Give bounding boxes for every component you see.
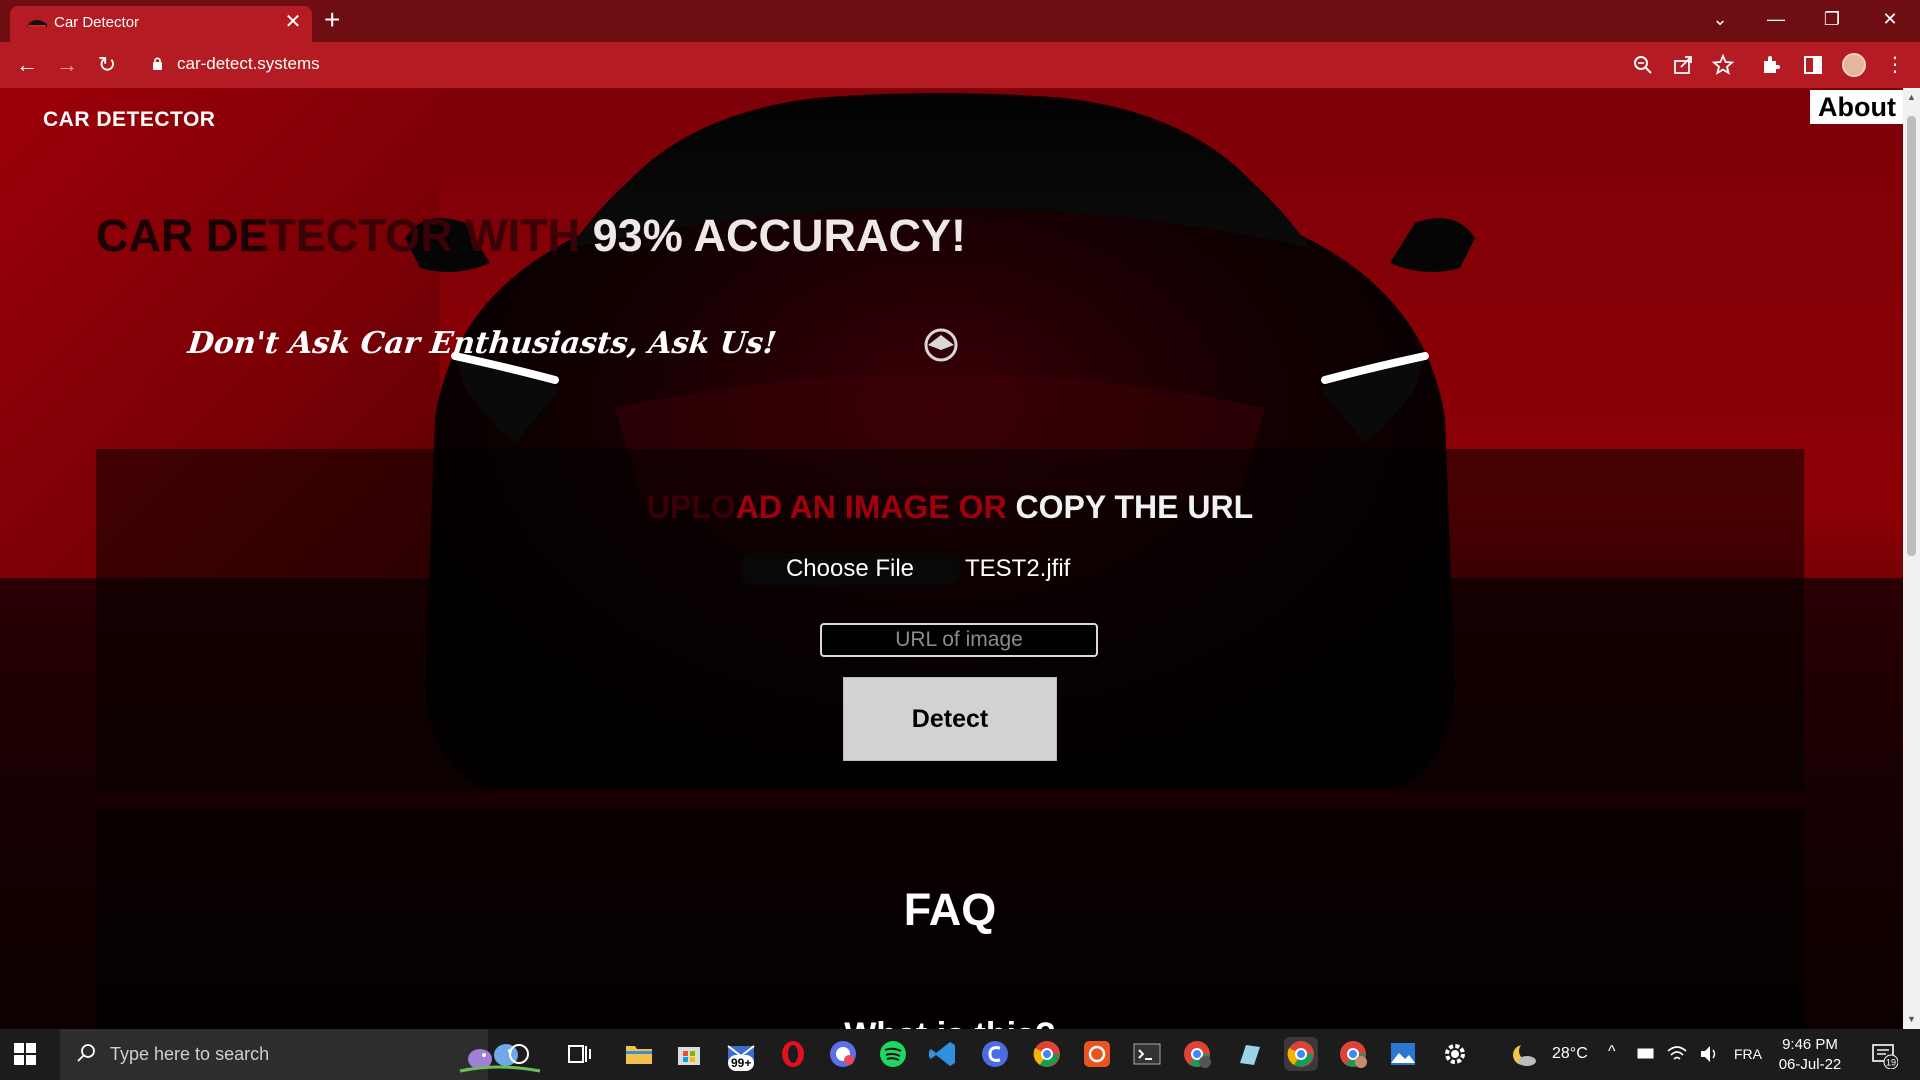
choose-file-button[interactable]: Choose File <box>740 553 960 585</box>
upload-panel: UPLOAD AN IMAGE OR COPY THE URL Choose F… <box>96 449 1804 791</box>
scroll-up-icon[interactable]: ▲ <box>1903 92 1920 102</box>
weather-moon-icon[interactable] <box>1508 1037 1542 1071</box>
site-logo[interactable]: CAR DETECTOR <box>43 108 215 132</box>
back-icon[interactable]: ← <box>10 48 44 82</box>
file-explorer-icon[interactable] <box>622 1037 656 1071</box>
selected-file-name: TEST2.jfif <box>965 555 1071 582</box>
tab-search-chevron-icon[interactable]: ⌄ <box>1700 4 1740 34</box>
weather-temperature[interactable]: 28°C <box>1552 1045 1588 1063</box>
wifi-icon[interactable] <box>1666 1037 1688 1071</box>
volume-icon[interactable] <box>1698 1037 1720 1071</box>
notification-count: 19 <box>1886 1058 1896 1068</box>
faq-question: What is this? <box>96 1016 1804 1029</box>
taskbar-clock[interactable]: 9:46 PM 06-Jul-22 <box>1770 1035 1850 1075</box>
messenger-icon[interactable] <box>826 1037 860 1071</box>
taskbar-search-box[interactable]: Type here to search <box>60 1029 541 1080</box>
forward-icon[interactable]: → <box>50 48 84 82</box>
hero-tagline: Don't Ask Car Enthusiasts, Ask Us! <box>186 326 779 361</box>
lock-icon[interactable] <box>152 56 163 71</box>
terminal-icon[interactable] <box>1130 1037 1164 1071</box>
ubuntu-icon[interactable] <box>1080 1037 1114 1071</box>
detect-button[interactable]: Detect <box>843 677 1057 761</box>
restore-icon[interactable]: ❐ <box>1812 4 1852 34</box>
menu-kebab-icon[interactable]: ⋮ <box>1882 52 1908 78</box>
scroll-down-icon[interactable]: ▼ <box>1903 1014 1920 1024</box>
battery-icon[interactable] <box>1636 1037 1656 1071</box>
chrome-icon[interactable] <box>1030 1037 1064 1071</box>
hero-title: CAR DETECTOR WITH 93% ACCURACY! <box>96 210 966 262</box>
photos-icon[interactable] <box>1386 1037 1420 1071</box>
task-view-icon[interactable] <box>562 1037 596 1071</box>
hero-title-part3: 93% ACCURACY! <box>592 210 967 261</box>
faq-panel: FAQ What is this? <box>96 808 1804 1029</box>
nav-about-link[interactable]: About <box>1810 90 1904 124</box>
hero-title-part2: TECTOR WITH <box>268 210 593 261</box>
share-icon[interactable] <box>1670 52 1696 78</box>
tab-close-icon[interactable]: ✕ <box>282 11 304 33</box>
settings-gear-icon[interactable] <box>1438 1037 1472 1071</box>
page-scrollbar[interactable]: ▲ ▼ <box>1903 88 1920 1029</box>
taskbar-search-placeholder: Type here to search <box>110 1044 270 1064</box>
car-favicon-icon <box>27 20 47 27</box>
tray-chevron-icon[interactable]: ^ <box>1608 1043 1616 1061</box>
faq-heading: FAQ <box>903 884 997 935</box>
search-icon <box>77 1044 95 1062</box>
browser-tab[interactable]: Car Detector ✕ <box>10 6 312 42</box>
mail-unread-badge: 99+ <box>728 1055 755 1071</box>
chrome-user-icon[interactable] <box>1336 1037 1370 1071</box>
upload-heading-part2: AD AN IMAGE OR <box>735 489 1016 525</box>
chrome-active-icon[interactable] <box>1284 1037 1318 1071</box>
browser-tab-strip: Car Detector ✕ + ⌄ — ❐ ✕ <box>0 0 1920 42</box>
clock-time: 9:46 PM <box>1782 1036 1838 1053</box>
tab-title: Car Detector <box>54 14 140 31</box>
upload-heading-part1: UPLO <box>646 489 736 525</box>
address-bar[interactable]: car-detect.systems <box>177 54 320 74</box>
side-panel-icon[interactable] <box>1800 52 1826 78</box>
close-window-icon[interactable]: ✕ <box>1870 4 1910 34</box>
new-tab-button[interactable]: + <box>324 6 340 34</box>
opera-icon[interactable] <box>776 1037 810 1071</box>
upload-heading-part3: COPY THE URL <box>1015 489 1254 525</box>
hero-title-part1: CAR DE <box>96 210 269 261</box>
windows-start-icon[interactable] <box>14 1043 36 1065</box>
windows-taskbar: Type here to search 99+ 28°C ^ FRA 9:46 … <box>0 1029 1920 1080</box>
vscode-icon[interactable] <box>926 1037 960 1071</box>
bookmark-star-icon[interactable] <box>1710 52 1736 78</box>
paint-app-icon[interactable] <box>1232 1037 1266 1071</box>
minimize-icon[interactable]: — <box>1756 4 1796 34</box>
clock-date: 06-Jul-22 <box>1778 1056 1842 1073</box>
zoom-icon[interactable] <box>1630 52 1656 78</box>
microsoft-store-icon[interactable] <box>672 1037 706 1071</box>
spotify-icon[interactable] <box>876 1037 910 1071</box>
notification-center-icon[interactable]: 19 <box>1870 1041 1898 1069</box>
reload-icon[interactable]: ↻ <box>90 48 124 82</box>
chrome-profile-icon[interactable] <box>1180 1037 1214 1071</box>
page-viewport: CAR DETECTOR About CAR DETECTOR WITH 93%… <box>0 88 1920 1029</box>
upload-heading: UPLOAD AN IMAGE OR COPY THE URL <box>96 489 1804 526</box>
scroll-thumb[interactable] <box>1907 116 1916 556</box>
image-url-input[interactable] <box>820 623 1098 657</box>
profile-avatar[interactable] <box>1842 53 1866 77</box>
extensions-icon[interactable] <box>1758 52 1784 78</box>
c-app-icon[interactable] <box>978 1037 1012 1071</box>
browser-toolbar: ← → ↻ car-detect.systems ⋮ <box>0 42 1920 88</box>
input-language[interactable]: FRA <box>1734 1046 1762 1062</box>
cortana-icon[interactable] <box>502 1037 536 1071</box>
